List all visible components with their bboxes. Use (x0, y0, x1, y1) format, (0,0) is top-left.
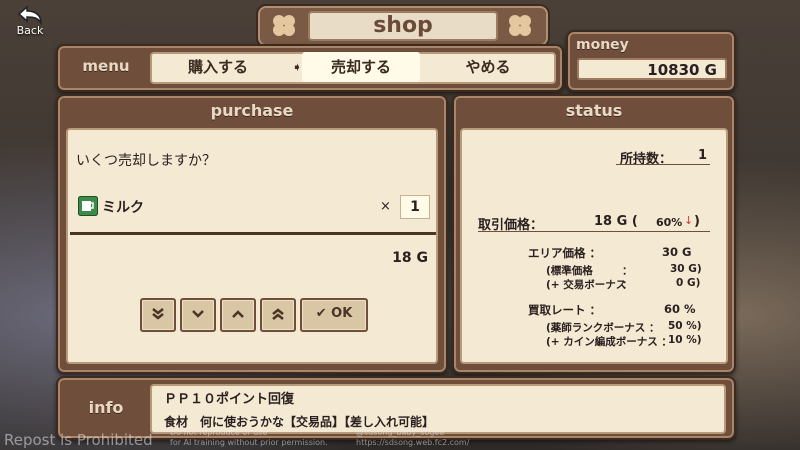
watermark-right-1: @sdsong_baby_sogee (356, 428, 445, 437)
ok-label: OK (331, 306, 353, 321)
chevron-up-icon (232, 310, 244, 318)
shop-title: shop (308, 11, 498, 41)
money-amount: 10830 G (577, 58, 727, 80)
watermark-right-2: https://sdsong.web.fc2.com/ (356, 438, 470, 447)
pharm-bonus-label: (薬師ランクボーナス ： (546, 322, 660, 334)
menu-tabs: 購入する ➧ 売却する やめる (150, 52, 554, 82)
check-icon: ✔ (315, 306, 327, 321)
sell-question: いくつ売却しますか？ (76, 153, 216, 169)
trade-bonus-label: (+ 交易ボーナス (546, 279, 627, 291)
std-price-label: (標準価格 (546, 265, 593, 277)
watermark-mid-2: for AI training without prior permission… (170, 438, 328, 447)
menu-header: menu (82, 57, 130, 75)
ok-button[interactable]: ✔ OK (300, 298, 368, 332)
decrease-max-button[interactable] (140, 298, 176, 332)
trade-price-value: 18 G ( (594, 214, 638, 229)
item-name: ミルク (102, 200, 144, 216)
buy-rate-value: 60 % (664, 302, 696, 316)
watermark-left: Repost is Prohibited (4, 431, 153, 449)
trade-bonus-colon: ： (622, 279, 633, 291)
quantity-field[interactable]: 1 (400, 195, 430, 219)
clover-icon (509, 15, 531, 36)
chevron-down-icon (192, 310, 204, 318)
tab-buy[interactable]: 購入する (152, 52, 284, 82)
std-price-colon: ： (622, 265, 633, 277)
cain-bonus-value: 10 %) (668, 334, 702, 346)
item-row[interactable]: ミルク × 1 (76, 194, 432, 219)
total-price: 18 G (392, 250, 428, 266)
increase-button[interactable] (220, 298, 256, 332)
cain-bonus-label: (+ カイン編成ボーナス ： (546, 336, 672, 348)
trade-price-percent: 60% (656, 216, 683, 229)
info-line-1: ＰＰ１０ポイント回復 (164, 392, 295, 407)
double-chevron-down-icon (152, 308, 164, 320)
tab-sell[interactable]: 売却する (302, 52, 420, 82)
milk-mug-icon (78, 196, 98, 216)
double-chevron-up-icon (272, 308, 284, 320)
trade-price-underline (478, 231, 710, 232)
pharm-bonus-value: 50 %) (668, 320, 702, 332)
clover-icon (273, 15, 295, 36)
shop-title-plate: shop (256, 4, 550, 48)
decrease-button[interactable] (180, 298, 216, 332)
money-header: money (576, 37, 629, 53)
tab-quit[interactable]: やめる (426, 52, 550, 82)
trade-price-close: ) (694, 214, 700, 229)
trade-bonus-value: 0 G) (676, 277, 701, 289)
increase-max-button[interactable] (260, 298, 296, 332)
area-price-value: 30 G (662, 245, 692, 259)
watermark-mid-1: Do not reproduce or use (170, 428, 268, 437)
back-label: Back (16, 24, 44, 37)
status-header: status (565, 101, 623, 120)
back-button[interactable]: Back (8, 4, 52, 42)
divider (70, 232, 436, 235)
std-price-value: 30 G) (670, 263, 702, 275)
buy-rate-label: 買取レート ： (528, 303, 602, 317)
owned-value: 1 (698, 148, 708, 163)
times-sign: × (380, 199, 391, 214)
area-price-label: エリア価格 ： (528, 246, 602, 260)
owned-underline (616, 164, 710, 165)
info-header: info (88, 398, 124, 417)
purchase-header: purchase (210, 101, 294, 120)
selection-arrow-icon: ➧ (292, 60, 303, 74)
down-arrow-icon: ↓ (684, 214, 694, 227)
